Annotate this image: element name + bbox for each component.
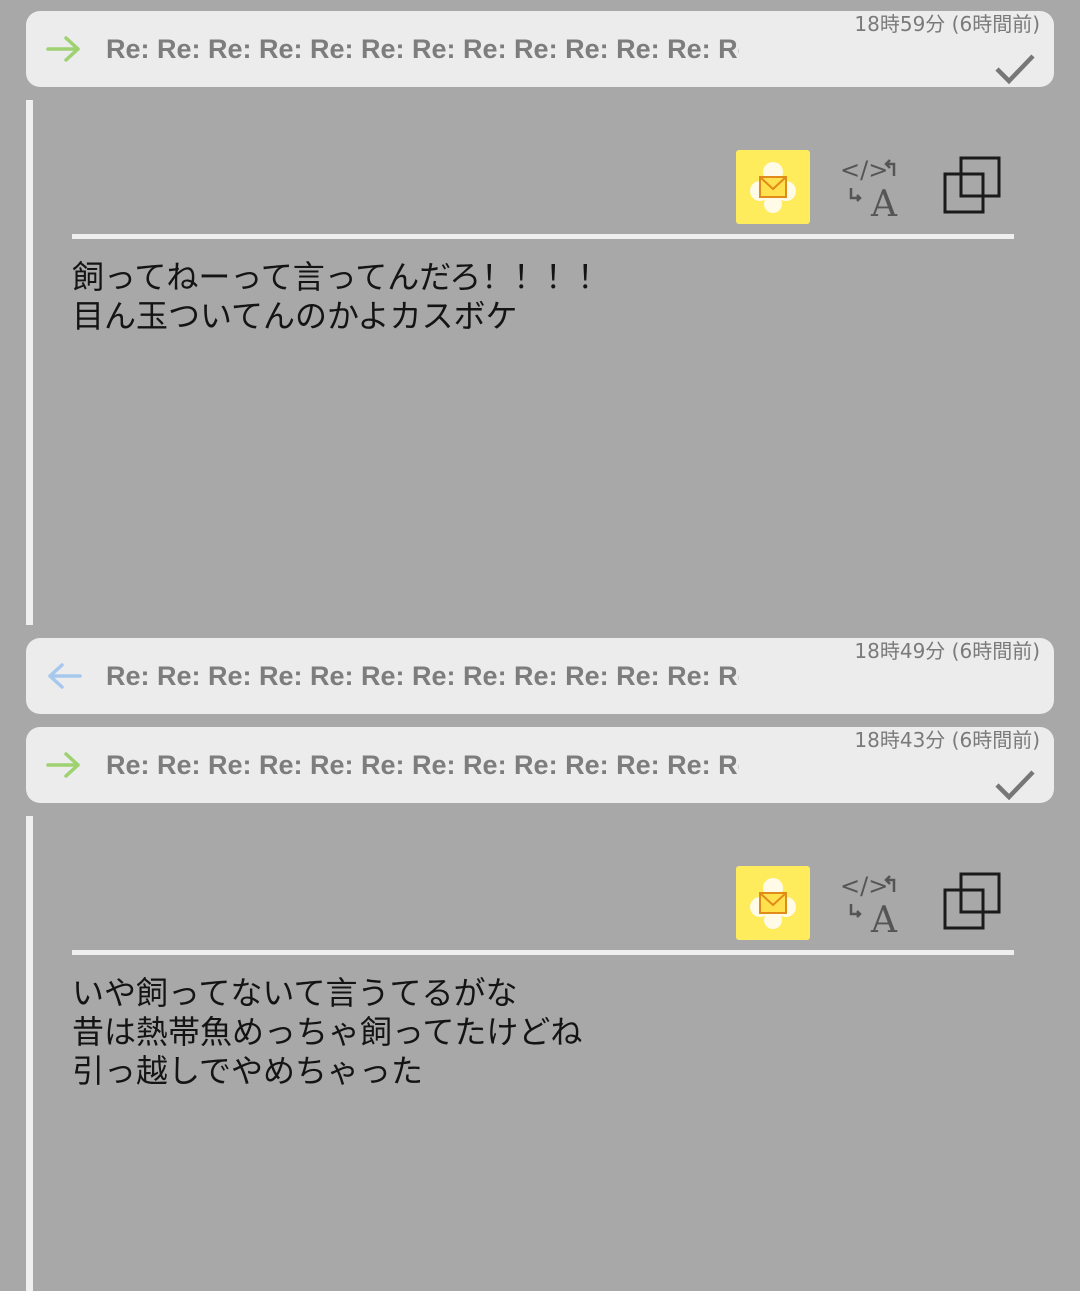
arrow-right-icon — [46, 752, 80, 778]
message-text: 飼ってねーって言ってんだろ！！！！ 目ん玉ついてんのかよカスボケ — [72, 258, 610, 335]
arrow-left-icon — [48, 663, 82, 689]
recycle-envelope-button[interactable] — [736, 150, 810, 224]
recycle-envelope-icon — [750, 878, 796, 929]
message-body-1: </> A 飼ってねーって言ってんだろ！！！！ 目ん玉ついてんのかよカスボケ — [26, 100, 1054, 625]
message-text: いや飼ってないて言うてるがな 昔は熱帯魚めっちゃ飼ってたけどね 引っ越しでやめち… — [72, 974, 583, 1090]
recycle-envelope-icon — [750, 162, 796, 213]
copy-icon — [943, 872, 1001, 930]
translate-button[interactable]: </> A — [838, 870, 906, 941]
message-subject: Re: Re: Re: Re: Re: Re: Re: Re: Re: Re: … — [106, 661, 739, 691]
arrow-right-icon — [46, 36, 80, 62]
copy-button[interactable] — [943, 872, 1003, 932]
message-subject: Re: Re: Re: Re: Re: Re: Re: Re: Re: Re: … — [106, 34, 739, 64]
svg-text:A: A — [870, 900, 898, 938]
check-icon — [995, 54, 1035, 85]
translate-icon: </> A — [840, 872, 898, 941]
translate-button[interactable]: </> A — [838, 154, 906, 225]
message-timestamp: 18時43分 (6時間前) — [854, 728, 1040, 752]
divider — [72, 234, 1014, 239]
divider — [72, 950, 1014, 955]
message-subject: Re: Re: Re: Re: Re: Re: Re: Re: Re: Re: … — [106, 750, 739, 780]
message-toolbar: </> A — [33, 866, 1054, 942]
message-header-1[interactable]: Re: Re: Re: Re: Re: Re: Re: Re: Re: Re: … — [26, 11, 1054, 87]
svg-text:</>: </> — [840, 156, 888, 184]
copy-icon — [943, 156, 1001, 214]
message-header-3[interactable]: Re: Re: Re: Re: Re: Re: Re: Re: Re: Re: … — [26, 727, 1054, 803]
translate-icon: </> A — [840, 156, 898, 225]
copy-button[interactable] — [943, 156, 1003, 216]
check-icon — [995, 770, 1035, 801]
message-body-3: </> A いや飼ってないて言うてるがな 昔は熱帯魚めっちゃ飼ってたけどね 引っ… — [26, 816, 1054, 1291]
message-header-2[interactable]: Re: Re: Re: Re: Re: Re: Re: Re: Re: Re: … — [26, 638, 1054, 714]
message-timestamp: 18時49分 (6時間前) — [854, 639, 1040, 663]
message-toolbar: </> A — [33, 150, 1054, 226]
message-timestamp: 18時59分 (6時間前) — [854, 12, 1040, 36]
recycle-envelope-button[interactable] — [736, 866, 810, 940]
svg-text:A: A — [870, 184, 898, 222]
svg-text:</>: </> — [840, 872, 888, 900]
